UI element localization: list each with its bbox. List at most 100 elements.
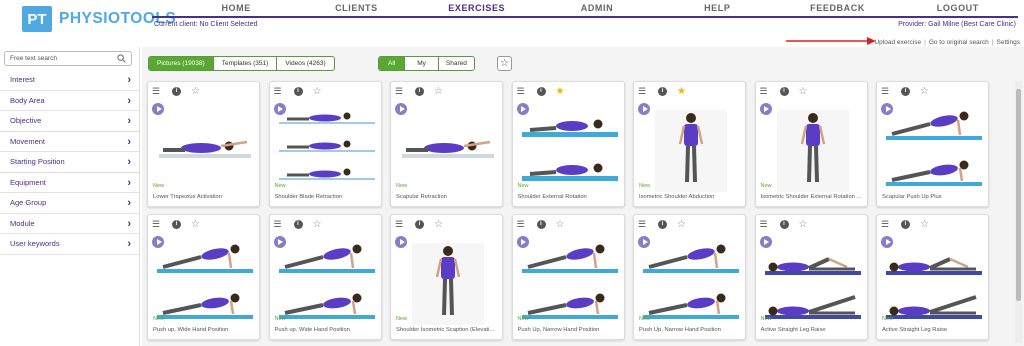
exercise-caption[interactable]: Lower Trapezius Activation (153, 194, 258, 200)
star-icon[interactable]: ☆ (799, 86, 808, 97)
exercise-card[interactable]: ☰ i ☆ New Active Straight Leg Raise (754, 214, 868, 340)
info-icon[interactable]: i (536, 86, 546, 96)
upload-exercise-link[interactable]: + Upload exercise (869, 39, 921, 46)
exercise-card[interactable]: ☰ i ☆ New Push Up, Narrow Hand Position (511, 214, 625, 340)
star-icon[interactable]: ☆ (313, 219, 322, 230)
exercise-caption[interactable]: Active Straight Leg Raise (882, 327, 987, 333)
exercise-thumbnail[interactable] (394, 102, 501, 192)
info-icon[interactable]: i (901, 219, 910, 229)
scrollbar-thumb[interactable] (1016, 89, 1021, 301)
exercise-card[interactable]: ☰ i ☆ New Push up, Wide Hand Position (268, 214, 382, 340)
exercise-card[interactable]: ☰ i ☆ New Scapular Retraction (390, 81, 503, 207)
exercise-thumbnail[interactable] (273, 102, 380, 192)
exercise-card[interactable]: ☰ i ☆ Scapular Push Up Plus (876, 81, 989, 207)
exercise-caption[interactable]: Shoulder External Rotation (518, 194, 623, 200)
exercise-card[interactable]: ☰ i ☆ New Lower Trapezius Activation (147, 81, 260, 207)
exercise-thumbnail[interactable] (880, 102, 987, 192)
exercise-thumbnail[interactable] (880, 235, 987, 325)
menu-icon[interactable]: ☰ (274, 219, 284, 230)
play-icon[interactable] (152, 236, 164, 248)
menu-icon[interactable]: ☰ (152, 86, 162, 97)
star-icon[interactable]: ★ (677, 86, 686, 97)
exercise-thumbnail[interactable] (151, 235, 258, 325)
play-icon[interactable] (638, 236, 650, 248)
info-icon[interactable]: i (415, 86, 424, 96)
exercise-card[interactable]: ☰ i ☆ New Isometric Shoulder External Rotati… (754, 81, 868, 207)
play-icon[interactable] (273, 236, 286, 248)
menu-icon[interactable]: ☰ (517, 219, 527, 230)
star-icon[interactable]: ☆ (677, 219, 686, 230)
filter-objective[interactable]: Objective › (0, 111, 140, 132)
exercise-thumbnail[interactable] (759, 235, 866, 325)
info-icon[interactable]: i (293, 86, 303, 96)
settings-link[interactable]: Settings (997, 39, 1021, 46)
exercise-thumbnail[interactable] (759, 102, 866, 192)
star-icon[interactable]: ☆ (799, 219, 808, 230)
tab-templates[interactable]: Templates (351) (212, 57, 277, 70)
exercise-caption[interactable]: Scapular Retraction (396, 194, 501, 200)
star-icon[interactable]: ☆ (434, 86, 443, 97)
info-icon[interactable]: i (901, 86, 910, 96)
exercise-caption[interactable]: Active Straight Leg Raise (761, 327, 866, 333)
play-icon[interactable] (881, 236, 893, 248)
menu-icon[interactable]: ☰ (152, 219, 162, 230)
play-icon[interactable] (395, 103, 407, 115)
exercise-card[interactable]: ☰ i ☆ New Push up, Wide Hand Position (147, 214, 260, 340)
filter-age-group[interactable]: Age Group › (0, 193, 140, 214)
filter-movement[interactable]: Movement › (0, 132, 140, 152)
menu-icon[interactable]: ☰ (274, 86, 284, 97)
info-icon[interactable]: i (536, 219, 546, 229)
menu-icon[interactable]: ☰ (760, 219, 770, 230)
tab-videos[interactable]: Videos (4263) (276, 57, 333, 70)
star-icon[interactable]: ☆ (434, 219, 443, 230)
menu-icon[interactable]: ☰ (638, 86, 648, 97)
star-icon[interactable]: ☆ (313, 86, 322, 97)
play-icon[interactable] (516, 103, 529, 115)
star-icon[interactable]: ☆ (556, 219, 565, 230)
exercise-card[interactable]: ☰ i ☆ New Shoulder Blade Retraction (268, 81, 382, 207)
exercise-thumbnail[interactable] (151, 102, 258, 192)
tab-all[interactable]: All (379, 57, 405, 70)
filter-starting-position[interactable]: Starting Position › (0, 152, 140, 173)
star-icon[interactable]: ☆ (191, 86, 200, 97)
filter-equipment[interactable]: Equipment › (0, 173, 140, 193)
filter-interest[interactable]: Interest › (0, 70, 140, 91)
exercise-caption[interactable]: Push Up, Narrow Hand Position (639, 327, 744, 333)
star-icon[interactable]: ☆ (920, 219, 929, 230)
play-icon[interactable] (395, 236, 407, 248)
star-icon[interactable]: ☆ (191, 219, 200, 230)
exercise-thumbnail[interactable] (637, 102, 744, 192)
play-icon[interactable] (881, 103, 893, 115)
exercise-caption[interactable]: Isometric Shoulder Abduction (639, 194, 744, 200)
play-icon[interactable] (516, 236, 529, 248)
menu-icon[interactable]: ☰ (638, 219, 648, 230)
results-scrollbar[interactable] (1015, 81, 1022, 343)
exercise-caption[interactable]: Push up, Wide Hand Position (153, 327, 258, 333)
menu-icon[interactable]: ☰ (760, 86, 770, 97)
exercise-card[interactable]: ☰ i ☆ New Active Straight Leg Raise (876, 214, 989, 340)
info-icon[interactable]: i (415, 219, 424, 229)
exercise-caption[interactable]: Push up, Wide Hand Position (275, 327, 380, 333)
exercise-caption[interactable]: Scapular Push Up Plus (882, 194, 987, 200)
original-search-link[interactable]: Go to original search (929, 39, 989, 46)
tab-my[interactable]: My (404, 57, 438, 70)
search-icon[interactable] (117, 54, 126, 63)
exercise-card[interactable]: ☰ i ★ New Shoulder External Rotation (511, 81, 625, 207)
menu-icon[interactable]: ☰ (395, 219, 405, 230)
exercise-caption[interactable]: Isometric Shoulder External Rotation ... (761, 194, 866, 200)
play-icon[interactable] (759, 236, 772, 248)
exercise-caption[interactable]: Push Up, Narrow Hand Position (518, 327, 623, 333)
info-icon[interactable]: i (172, 219, 181, 229)
info-icon[interactable]: i (779, 219, 789, 229)
free-text-search-input[interactable]: Free text search (4, 51, 132, 66)
menu-icon[interactable]: ☰ (517, 86, 527, 97)
info-icon[interactable]: i (293, 219, 303, 229)
exercise-card[interactable]: ☰ i ★ New Isometric Shoulder Abduction (633, 81, 746, 207)
tab-pictures[interactable]: Pictures (19038) (149, 57, 213, 70)
menu-icon[interactable]: ☰ (881, 219, 891, 230)
info-icon[interactable]: i (658, 86, 667, 96)
logo[interactable]: PT PHYSIOTOOLS (22, 6, 176, 32)
star-icon[interactable]: ★ (556, 86, 565, 97)
tab-shared[interactable]: Shared (437, 57, 474, 70)
menu-icon[interactable]: ☰ (395, 86, 405, 97)
